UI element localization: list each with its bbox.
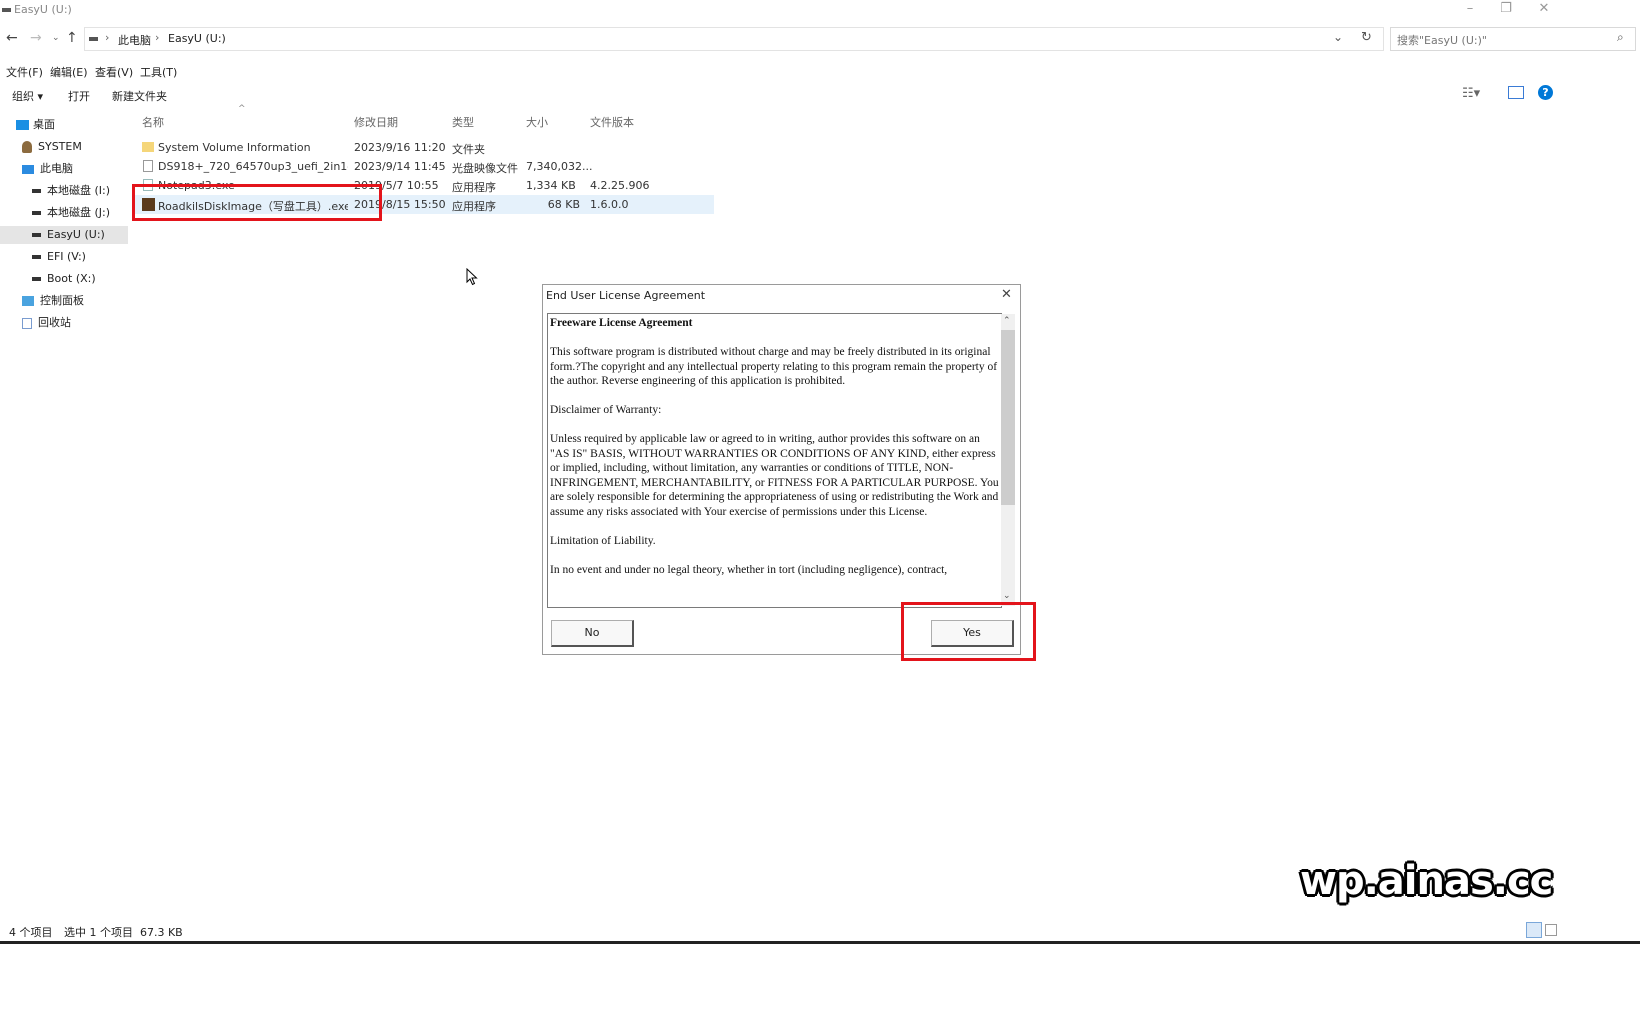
back-arrow-icon[interactable]: ← (6, 30, 18, 46)
highlight-box-yes (901, 602, 1036, 661)
file-size: 1,334 KB (526, 179, 576, 192)
drive-icon (32, 277, 41, 281)
nav-item-drive-v[interactable]: EFI (V:) (0, 248, 128, 266)
details-view-icon[interactable] (1526, 922, 1542, 938)
close-window-button[interactable]: ✕ (1524, 0, 1564, 22)
file-size: 68 KB (547, 198, 580, 211)
file-date: 2023/9/14 11:45 (354, 160, 446, 173)
navigation-pane: 桌面 SYSTEM 此电脑 本地磁盘 (I:) 本地磁盘 (J:) EasyU … (0, 116, 128, 332)
license-text-area[interactable]: Freeware License Agreement This software… (547, 313, 1002, 608)
item-count: 4 个项目 (9, 926, 53, 939)
recycle-bin-icon (22, 317, 32, 329)
breadcrumb-easyu[interactable]: EasyU (U:) (168, 32, 226, 45)
eula-dialog: End User License Agreement ✕ Freeware Li… (542, 284, 1021, 655)
drive-icon (32, 255, 41, 259)
menu-view[interactable]: 查看(V) (95, 64, 133, 80)
preview-pane-icon[interactable] (1508, 86, 1524, 99)
no-button[interactable]: No (551, 620, 634, 647)
file-type: 光盘映像文件 (452, 162, 518, 175)
address-bar[interactable]: › 此电脑 › EasyU (U:) ⌄ ↻ (84, 27, 1384, 51)
license-subheading: Limitation of Liability. (550, 534, 656, 547)
menu-file[interactable]: 文件(F) (6, 64, 43, 80)
nav-item-this-pc[interactable]: 此电脑 (0, 160, 128, 178)
search-placeholder: 搜索"EasyU (U:)" (1397, 34, 1487, 47)
window-bottom-edge (0, 941, 1640, 944)
file-date: 2023/9/16 11:20 (354, 141, 446, 154)
folder-icon (142, 142, 154, 152)
restore-button[interactable]: ❐ (1486, 0, 1526, 22)
help-icon[interactable]: ? (1538, 85, 1553, 100)
window-title: EasyU (U:) (14, 3, 72, 16)
new-folder-button[interactable]: 新建文件夹 (112, 88, 167, 104)
file-type: 应用程序 (452, 200, 496, 213)
disc-image-icon (143, 160, 153, 172)
file-row[interactable]: DS918+_720_64570up3_uefi_2in1-7g_... 202… (134, 157, 714, 176)
license-heading: Freeware License Agreement (550, 317, 693, 329)
status-bar: 4 个项目 选中 1 个项目 67.3 KB (0, 920, 1640, 942)
forward-arrow-icon[interactable]: → (30, 30, 42, 46)
file-type: 文件夹 (452, 143, 485, 156)
nav-item-system[interactable]: SYSTEM (0, 138, 128, 156)
drive-icon (2, 8, 11, 12)
user-icon (22, 141, 32, 153)
nav-item-desktop[interactable]: 桌面 (0, 116, 128, 134)
menu-tools[interactable]: 工具(T) (140, 64, 177, 80)
dialog-close-icon[interactable]: ✕ (1001, 287, 1012, 302)
nav-item-drive-i[interactable]: 本地磁盘 (I:) (0, 182, 128, 200)
selection-info: 选中 1 个项目 67.3 KB (64, 926, 183, 939)
file-version: 4.2.25.906 (590, 179, 650, 192)
title-bar: EasyU (U:) – ❐ ✕ (0, 0, 1640, 22)
minimize-button[interactable]: – (1450, 0, 1490, 22)
drive-icon (32, 233, 41, 237)
file-type: 应用程序 (452, 181, 496, 194)
search-box[interactable]: 搜索"EasyU (U:)" ⌕ (1390, 27, 1636, 51)
nav-item-drive-x[interactable]: Boot (X:) (0, 270, 128, 288)
column-header-name[interactable]: 名称 (142, 114, 164, 130)
large-icons-view-icon[interactable] (1545, 924, 1557, 936)
breadcrumb-separator: › (105, 31, 110, 44)
breadcrumb-this-pc[interactable]: 此电脑 (118, 32, 151, 48)
scrollbar-thumb[interactable] (1001, 330, 1015, 505)
license-paragraph: Unless required by applicable law or agr… (550, 433, 999, 518)
search-icon[interactable]: ⌕ (1617, 30, 1624, 45)
license-paragraph: This software program is distributed wit… (550, 346, 998, 387)
column-header-type[interactable]: 类型 (452, 114, 474, 130)
file-version: 1.6.0.0 (590, 198, 629, 211)
license-subheading: Disclaimer of Warranty: (550, 404, 662, 416)
desktop-icon (16, 120, 29, 130)
recent-chevron-icon[interactable]: ⌄ (52, 33, 60, 43)
license-paragraph: In no event and under no legal theory, w… (550, 563, 948, 576)
view-options-icon[interactable]: ☷▾ (1462, 86, 1480, 101)
file-size: 7,340,032... (526, 160, 593, 173)
drive-icon (32, 189, 41, 193)
nav-item-drive-j[interactable]: 本地磁盘 (J:) (0, 204, 128, 222)
organize-button[interactable]: 组织 ▾ (12, 88, 43, 104)
column-header-size[interactable]: 大小 (526, 114, 548, 130)
refresh-icon[interactable]: ↻ (1361, 30, 1372, 45)
column-header-date[interactable]: 修改日期 (354, 114, 398, 130)
open-button[interactable]: 打开 (68, 88, 90, 104)
highlight-box-file (132, 184, 382, 221)
address-dropdown-icon[interactable]: ⌄ (1333, 30, 1343, 44)
control-panel-icon (22, 296, 34, 306)
up-arrow-icon[interactable]: ↑ (66, 30, 78, 46)
drive-icon (32, 211, 41, 215)
file-name: System Volume Information (158, 141, 311, 154)
watermark: wp.ainas.cc (1300, 858, 1553, 904)
scroll-up-icon[interactable]: ⌃ (1003, 316, 1011, 326)
column-header-version[interactable]: 文件版本 (590, 114, 634, 130)
nav-item-recycle-bin[interactable]: 回收站 (0, 314, 128, 332)
nav-item-control-panel[interactable]: 控制面板 (0, 292, 128, 310)
menu-edit[interactable]: 编辑(E) (50, 64, 88, 80)
scroll-down-icon[interactable]: ⌄ (1003, 591, 1011, 601)
file-row[interactable]: System Volume Information 2023/9/16 11:2… (134, 138, 714, 157)
computer-icon (22, 164, 34, 174)
sort-indicator-icon: ^ (238, 104, 246, 114)
mouse-cursor-icon (466, 268, 478, 286)
file-name: DS918+_720_64570up3_uefi_2in1-7g_... (158, 160, 348, 173)
dialog-title: End User License Agreement (546, 289, 706, 302)
nav-item-drive-u[interactable]: EasyU (U:) (0, 226, 128, 244)
breadcrumb-separator: › (155, 31, 160, 44)
drive-icon (89, 37, 98, 41)
